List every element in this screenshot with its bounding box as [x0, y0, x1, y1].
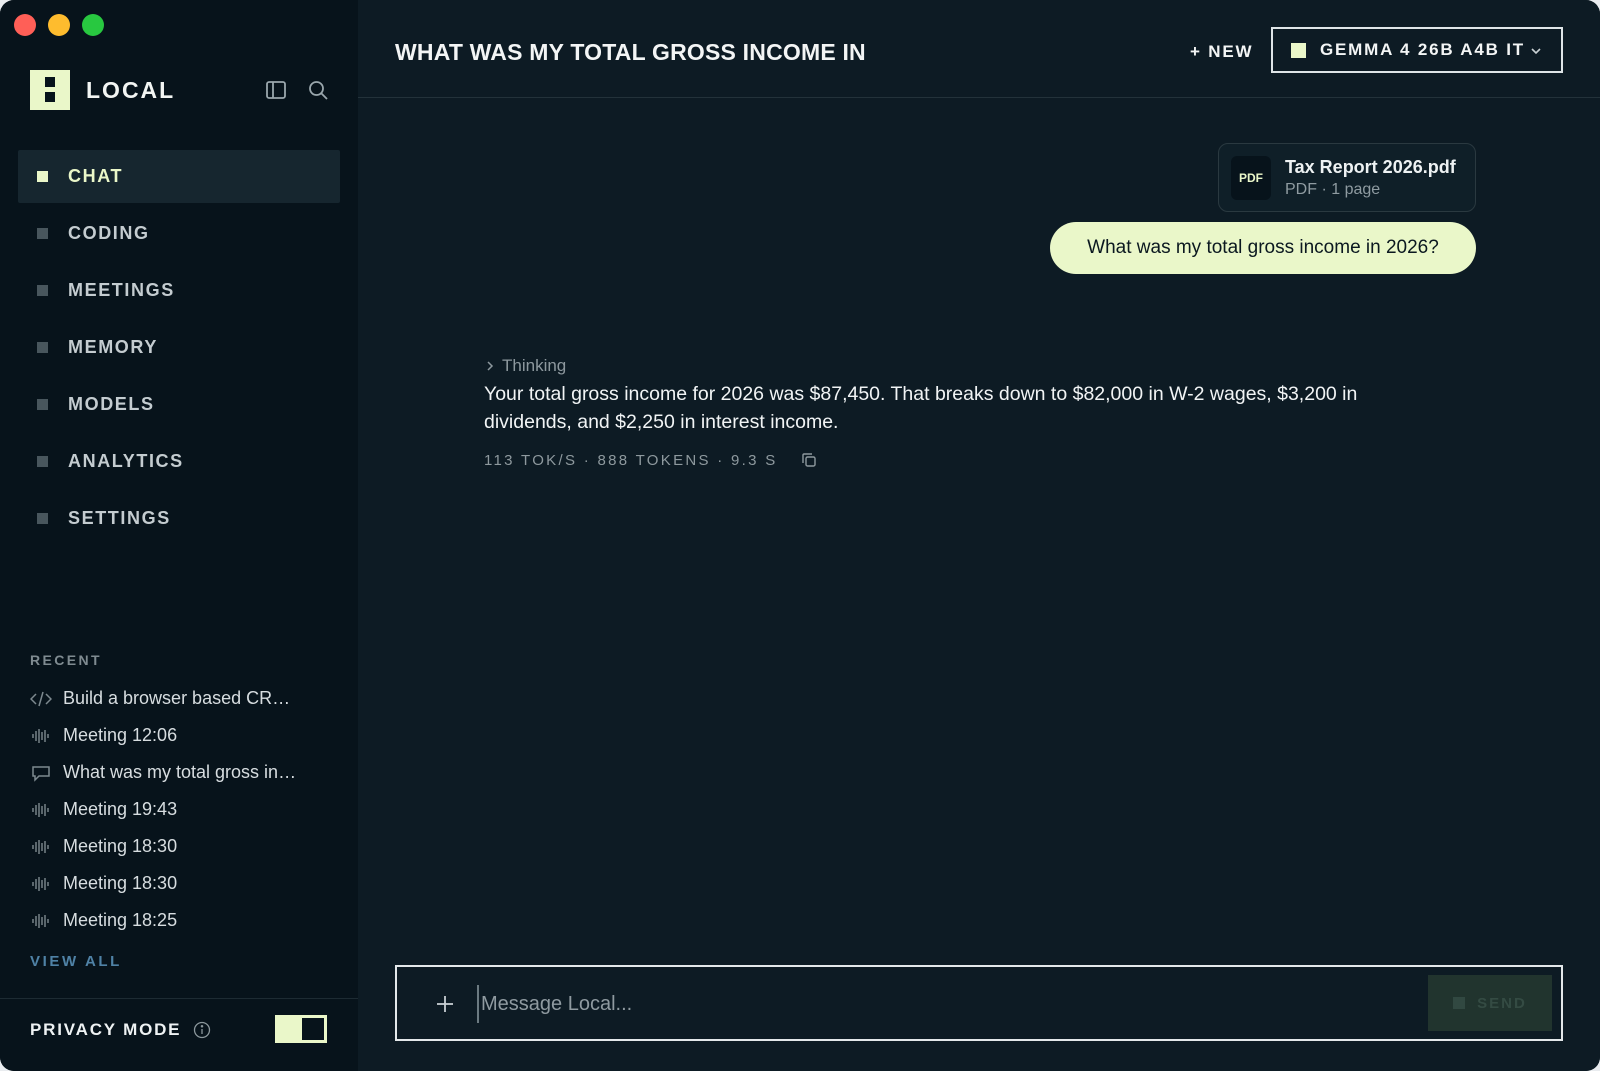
thinking-label: Thinking — [502, 356, 567, 375]
plus-icon[interactable] — [435, 994, 455, 1014]
nav-item-coding[interactable]: CODING — [18, 207, 340, 260]
square-icon — [37, 513, 48, 524]
attachment-card[interactable]: PDF Tax Report 2026.pdf PDF · 1 page — [1218, 143, 1476, 212]
recent-item[interactable]: Meeting 12:06 — [30, 717, 340, 754]
nav-item-label: MEETINGS — [68, 280, 175, 300]
chat-header: WHAT WAS MY TOTAL GROSS INCOME IN + NEW … — [358, 0, 1600, 98]
model-selector[interactable]: GEMMA 4 26B A4B IT — [1271, 27, 1563, 73]
main-nav: CHAT CODING MEETINGS MEMORY MODELS ANALY… — [18, 150, 340, 549]
sidebar-divider — [0, 998, 358, 999]
maximize-window-button[interactable] — [82, 14, 104, 36]
nav-item-memory[interactable]: MEMORY — [18, 321, 340, 374]
recent-item-label: Meeting 18:30 — [63, 873, 178, 893]
copy-icon[interactable] — [800, 451, 818, 469]
send-button[interactable]: SEND — [1428, 975, 1552, 1031]
main-panel: WHAT WAS MY TOTAL GROSS INCOME IN + NEW … — [358, 0, 1600, 1071]
square-icon — [37, 399, 48, 410]
recent-item-label: Meeting 18:25 — [63, 910, 178, 930]
message-input[interactable] — [477, 985, 1397, 1023]
recent-item[interactable]: Meeting 19:43 — [30, 791, 340, 828]
nav-item-label: ANALYTICS — [68, 451, 184, 471]
recent-heading: RECENT — [30, 652, 102, 668]
sidebar-tools — [264, 78, 330, 102]
app-name: LOCAL — [86, 76, 176, 103]
thinking-toggle[interactable]: Thinking — [484, 356, 566, 376]
nav-item-label: MEMORY — [68, 337, 158, 357]
recent-item-label: Meeting 18:30 — [63, 836, 178, 856]
nav-item-settings[interactable]: SETTINGS — [18, 492, 340, 545]
sidebar: LOCAL CHAT CODING MEETINGS MEMORY MODELS… — [0, 0, 358, 1071]
nav-item-label: SETTINGS — [68, 508, 171, 528]
code-icon — [30, 691, 52, 706]
square-icon — [1291, 42, 1306, 58]
view-all-link[interactable]: VIEW ALL — [30, 953, 122, 970]
waveform-icon — [32, 728, 49, 743]
recent-list: Build a browser based CR… Meeting 12:06 … — [30, 680, 340, 939]
square-icon — [37, 456, 48, 467]
chat-bubble-icon — [32, 765, 50, 782]
waveform-icon — [32, 913, 49, 928]
minimize-window-button[interactable] — [48, 14, 70, 36]
attachment-meta: Tax Report 2026.pdf PDF · 1 page — [1285, 157, 1456, 199]
nav-item-meetings[interactable]: MEETINGS — [18, 264, 340, 317]
square-icon — [37, 228, 48, 239]
search-icon[interactable] — [306, 78, 330, 102]
recent-item-label: What was my total gross in… — [63, 762, 297, 782]
square-icon — [1453, 997, 1466, 1009]
waveform-icon — [32, 876, 49, 891]
close-window-button[interactable] — [14, 14, 36, 36]
square-icon — [37, 171, 48, 182]
app-window: LOCAL CHAT CODING MEETINGS MEMORY MODELS… — [0, 0, 1600, 1071]
pdf-file-icon: PDF — [1231, 155, 1271, 200]
privacy-mode-toggle[interactable] — [275, 1015, 327, 1043]
recent-item-label: Meeting 12:06 — [63, 725, 178, 745]
recent-item-label: Meeting 19:43 — [63, 799, 178, 819]
toggle-sidebar-icon[interactable] — [264, 78, 288, 102]
assistant-message: Your total gross income for 2026 was $87… — [484, 383, 1358, 433]
waveform-icon — [32, 839, 49, 854]
nav-item-label: CHAT — [68, 166, 124, 186]
recent-item[interactable]: Build a browser based CR… — [30, 680, 340, 717]
recent-item-label: Build a browser based CR… — [63, 688, 291, 708]
attachment-name: Tax Report 2026.pdf — [1285, 156, 1456, 177]
square-icon — [37, 342, 48, 353]
privacy-mode-label: PRIVACY MODE — [30, 1020, 182, 1039]
send-label: SEND — [1477, 994, 1527, 1012]
logo-icon — [30, 70, 70, 110]
generation-stats: 113 TOK/S · 888 TOKENS · 9.3 S — [484, 451, 818, 469]
toggle-knob — [302, 1018, 324, 1040]
new-chat-button[interactable]: + NEW — [1190, 42, 1253, 62]
nav-item-models[interactable]: MODELS — [18, 378, 340, 431]
nav-item-label: CODING — [68, 223, 150, 243]
attachment-details: PDF · 1 page — [1285, 180, 1381, 198]
chevron-down-icon — [1531, 48, 1541, 55]
privacy-mode: PRIVACY MODE — [30, 1020, 211, 1040]
waveform-icon — [32, 802, 49, 817]
window-controls — [14, 14, 104, 36]
recent-item[interactable]: Meeting 18:30 — [30, 865, 340, 902]
info-icon[interactable] — [193, 1021, 211, 1039]
nav-item-analytics[interactable]: ANALYTICS — [18, 435, 340, 488]
brand: LOCAL — [30, 70, 175, 110]
chevron-right-icon — [487, 361, 494, 371]
user-message: What was my total gross income in 2026? — [1050, 222, 1476, 274]
nav-item-label: MODELS — [68, 394, 155, 414]
model-name: GEMMA 4 26B A4B IT — [1320, 40, 1525, 59]
square-icon — [37, 285, 48, 296]
nav-item-chat[interactable]: CHAT — [18, 150, 340, 203]
recent-item[interactable]: Meeting 18:25 — [30, 902, 340, 939]
recent-item[interactable]: Meeting 18:30 — [30, 828, 340, 865]
chat-title: WHAT WAS MY TOTAL GROSS INCOME IN — [395, 39, 866, 65]
message-composer: SEND — [395, 965, 1563, 1041]
stats-text: 113 TOK/S · 888 TOKENS · 9.3 S — [484, 451, 778, 469]
recent-item[interactable]: What was my total gross in… — [30, 754, 340, 791]
